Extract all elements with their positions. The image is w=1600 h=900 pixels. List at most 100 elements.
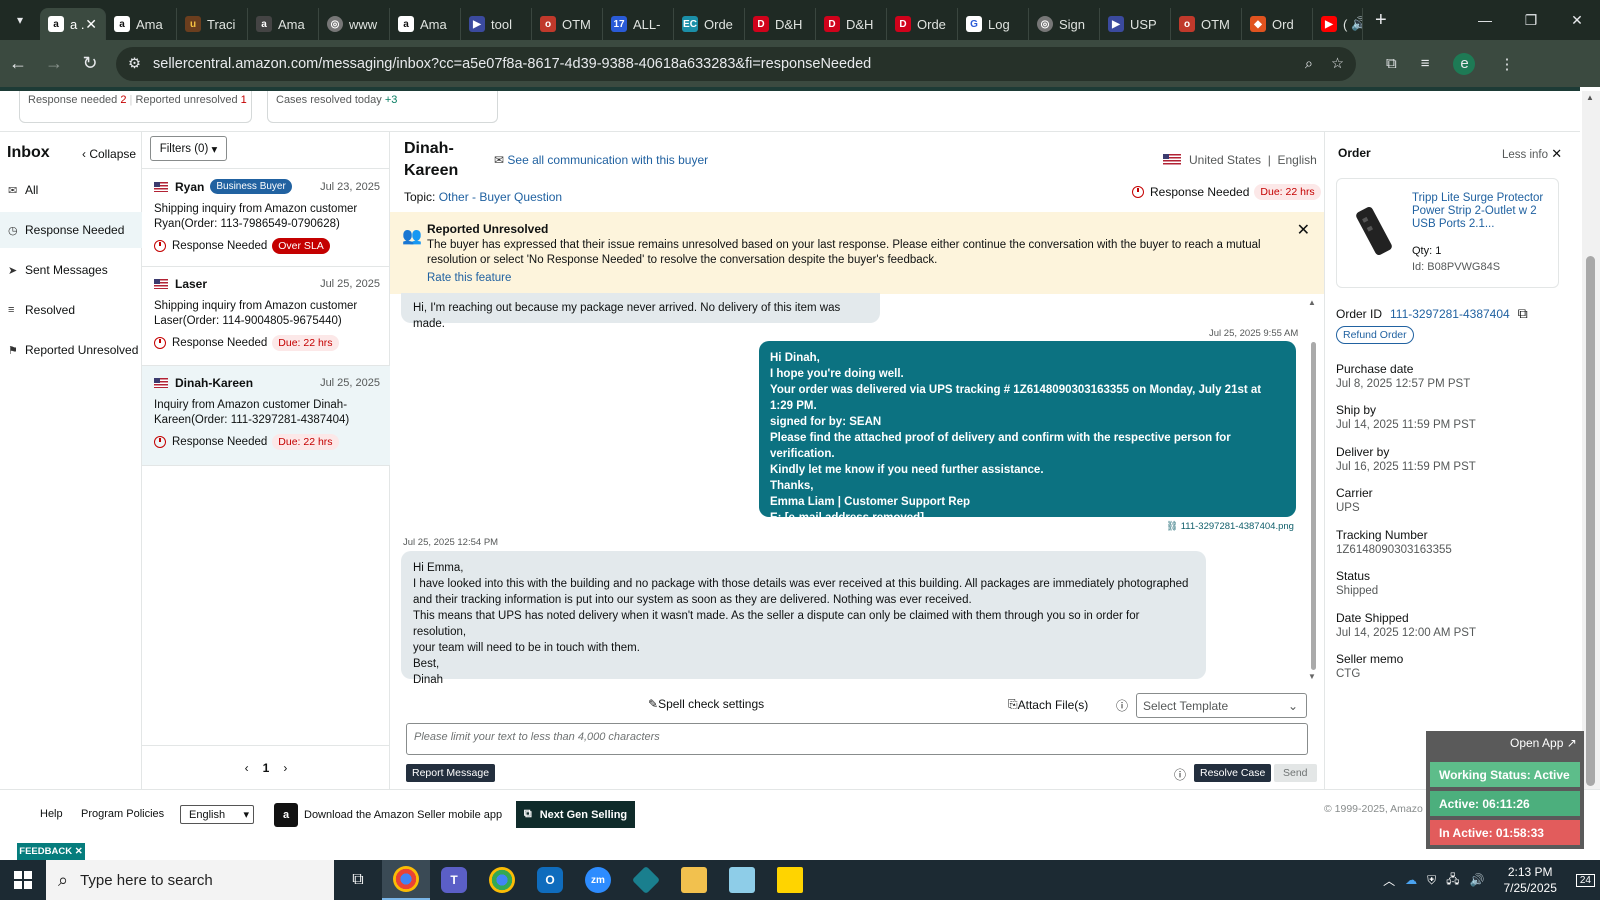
onedrive-icon[interactable]: ☁ [1405, 873, 1417, 887]
metric-card-resolved[interactable]: Cases resolved today +3 [267, 91, 498, 123]
collapse-button[interactable]: ‹ Collapse [82, 147, 136, 161]
send-button[interactable]: Send [1274, 764, 1317, 782]
close-icon[interactable]: ✕ [1297, 220, 1310, 240]
conversation-item[interactable]: Laser Jul 25, 2025 Shipping inquiry from… [142, 267, 390, 366]
conversation-item[interactable]: Ryan Business Buyer Jul 23, 2025 Shippin… [142, 169, 390, 267]
tab-close-icon[interactable]: ✕ [85, 16, 97, 33]
browser-tab[interactable]: ▶ USP [1100, 8, 1171, 40]
profile-avatar[interactable]: e [1453, 52, 1476, 75]
scroll-down-icon[interactable]: ▼ [1308, 672, 1316, 681]
mobile-app-link[interactable]: a Download the Amazon Seller mobile app [274, 803, 502, 827]
browser-tab[interactable]: ◎ www [319, 8, 390, 40]
nav-item-sent[interactable]: ➤ Sent Messages [0, 252, 142, 288]
attachment-link[interactable]: ⛓ 111-3297281-4387404.png [1166, 521, 1294, 532]
topic-value[interactable]: Other - Buyer Question [439, 190, 562, 204]
browser-tab[interactable]: a Ama [106, 8, 177, 40]
browser-tab[interactable]: a Ama [390, 8, 461, 40]
language-select[interactable]: English ▾ [180, 805, 254, 824]
next-page-icon[interactable]: › [283, 761, 287, 775]
reload-icon[interactable]: ↻ [72, 53, 108, 74]
rate-feature-link[interactable]: Rate this feature [427, 272, 1324, 284]
info-icon[interactable]: ⓘ [1174, 766, 1186, 783]
forward-arrow-icon[interactable]: → [36, 53, 72, 74]
volume-icon[interactable]: 🔊 [1470, 873, 1485, 887]
teams-taskbar-icon[interactable]: T [430, 860, 478, 900]
resolve-case-button[interactable]: Resolve Case [1194, 764, 1272, 782]
browser-tab[interactable]: o OTM [532, 8, 603, 40]
windows-start-icon[interactable] [0, 871, 46, 889]
select-template-dropdown[interactable]: Select Template ⌄ [1136, 693, 1307, 718]
scroll-up-icon[interactable]: ▲ [1586, 93, 1594, 102]
thread-scrollbar[interactable]: ▲ ▼ [1308, 298, 1318, 681]
less-info-button[interactable]: Less info ✕ [1502, 146, 1562, 162]
window-close-icon[interactable]: ✕ [1554, 12, 1600, 29]
prev-page-icon[interactable]: ‹ [245, 761, 249, 775]
new-tab-plus-icon[interactable]: + [1375, 9, 1387, 32]
tray-chevron-up-icon[interactable]: ︿ [1383, 872, 1395, 889]
browser-tab-active[interactable]: a a . ✕ [40, 8, 106, 40]
copy-icon[interactable]: ⧉ [1518, 305, 1528, 322]
browser-tab[interactable]: D Orde [887, 8, 958, 40]
restore-icon[interactable]: ❐ [1508, 12, 1554, 29]
product-title-link[interactable]: Tripp Lite Surge Protector Power Strip 2… [1412, 192, 1554, 231]
chrome-menu-icon[interactable]: ⋮ [1499, 55, 1514, 73]
scroll-up-icon[interactable]: ▲ [1308, 298, 1316, 307]
refund-order-button[interactable]: Refund Order [1336, 326, 1414, 344]
browser-tab[interactable]: D D&H [745, 8, 816, 40]
page-scrollbar[interactable]: ▲ ▼ [1582, 91, 1600, 856]
app-diamond-taskbar-icon[interactable] [622, 860, 670, 900]
extensions-icon[interactable]: ⧉ [1386, 55, 1397, 72]
feedback-button[interactable]: FEEDBACK ✕ [17, 843, 85, 860]
browser-tab[interactable]: ▶ tool [461, 8, 532, 40]
taskbar-clock[interactable]: 2:13 PM 7/25/2025 [1503, 864, 1556, 896]
browser-tab[interactable]: u Traci [177, 8, 248, 40]
media-control-icon[interactable]: ≡ [1421, 55, 1430, 72]
notifications-icon[interactable]: 24 [1575, 873, 1595, 887]
notepad-taskbar-icon[interactable] [718, 860, 766, 900]
site-info-icon[interactable]: ⚙ [128, 56, 141, 72]
security-icon[interactable]: ⛨ [1427, 873, 1436, 888]
scroll-thumb[interactable] [1311, 342, 1316, 670]
browser-tab-youtube[interactable]: ▶ (🔊 [1313, 8, 1363, 40]
chrome-profile-taskbar-icon[interactable] [478, 860, 526, 900]
metric-card-response[interactable]: Response needed 2 | Reported unresolved … [19, 91, 252, 123]
nav-item-response-needed[interactable]: ◷ Response Needed [0, 212, 142, 248]
conversation-item-selected[interactable]: Dinah-Kareen Jul 25, 2025 Inquiry from A… [142, 366, 390, 466]
help-link[interactable]: Help [40, 808, 63, 820]
task-view-icon[interactable]: ⧉ [334, 860, 382, 900]
browser-tab[interactable]: ◎ Sign [1029, 8, 1100, 40]
chrome-taskbar-icon[interactable] [382, 860, 430, 900]
program-policies-link[interactable]: Program Policies [81, 808, 164, 820]
report-message-button[interactable]: Report Message [406, 764, 496, 782]
attach-files-button[interactable]: ⎘ Attach File(s) [1008, 697, 1088, 712]
browser-tab[interactable]: o OTM [1171, 8, 1242, 40]
spell-check-button[interactable]: ✎ Spell check settings [648, 697, 764, 711]
next-gen-selling-button[interactable]: ⧉ Next Gen Selling [516, 801, 635, 828]
file-explorer-taskbar-icon[interactable] [670, 860, 718, 900]
sticky-notes-taskbar-icon[interactable] [766, 860, 814, 900]
nav-item-resolved[interactable]: ≡ Resolved [0, 292, 142, 328]
filters-button[interactable]: Filters (0) ▾ [150, 136, 227, 161]
open-app-button[interactable]: Open App ↗ [1510, 736, 1577, 750]
minimize-icon[interactable]: — [1462, 12, 1508, 29]
browser-tab[interactable]: D D&H [816, 8, 887, 40]
zoom-icon[interactable]: ⌕ [1305, 56, 1313, 72]
order-id-link[interactable]: 111-3297281-4387404 [1390, 307, 1510, 321]
browser-tab[interactable]: G Log [958, 8, 1029, 40]
taskbar-search[interactable]: ⌕ Type here to search [46, 860, 334, 900]
close-icon[interactable]: ✕ [75, 846, 83, 857]
browser-tab[interactable]: EC Orde [674, 8, 745, 40]
reply-textarea[interactable]: Please limit your text to less than 4,00… [406, 723, 1308, 755]
zoom-taskbar-icon[interactable]: zm [574, 860, 622, 900]
browser-tab[interactable]: a Ama [248, 8, 319, 40]
browser-tab[interactable]: 17 ALL- [603, 8, 674, 40]
outlook-taskbar-icon[interactable]: O [526, 860, 574, 900]
nav-item-reported-unresolved[interactable]: ⚑ Reported Unresolved [0, 332, 142, 368]
address-bar[interactable]: ⚙ sellercentral.amazon.com/messaging/inb… [116, 46, 1356, 81]
scroll-thumb[interactable] [1586, 256, 1595, 786]
back-arrow-icon[interactable]: ← [0, 53, 36, 74]
info-icon[interactable]: ⓘ [1116, 697, 1128, 714]
network-icon[interactable]: 🖧 [1446, 870, 1459, 891]
tab-search-chevron-icon[interactable]: ▾ [0, 0, 40, 40]
bookmark-star-icon[interactable]: ☆ [1331, 56, 1344, 72]
